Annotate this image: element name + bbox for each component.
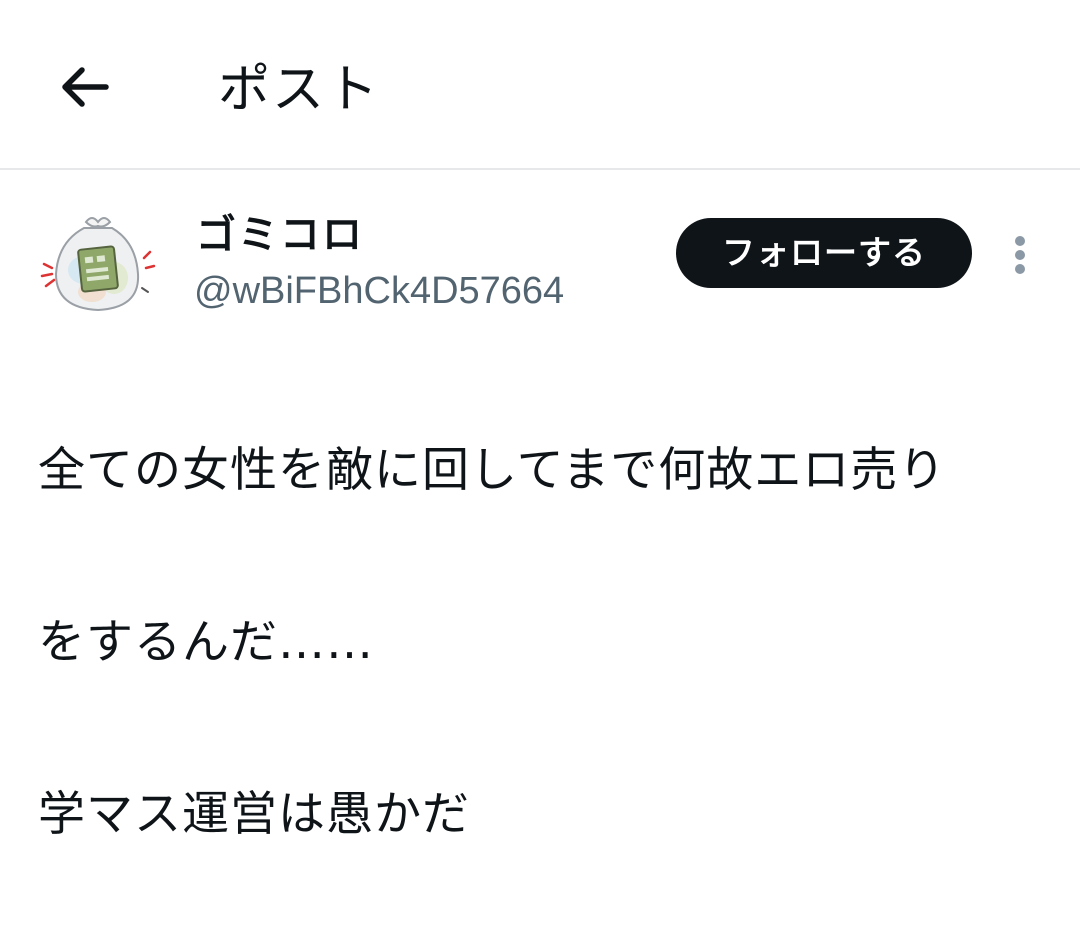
back-button[interactable]	[52, 55, 116, 119]
more-vertical-icon-dot	[1015, 250, 1025, 260]
author-display-name[interactable]: ゴミコロ	[196, 210, 364, 260]
avatar[interactable]	[36, 212, 158, 316]
post-text-line: 全ての女性を敵に回してまで何故エロ売り	[38, 443, 947, 498]
author-handle[interactable]: @wBiFBhCk4D57664	[194, 266, 564, 316]
follow-button[interactable]: フォローする	[676, 218, 972, 288]
arrow-left-icon	[62, 67, 109, 107]
top-bar: ポスト	[0, 0, 1080, 170]
post-text: 全ての女性を敵に回してまで何故エロ売り をするんだ…… 学マス運営は愚かだ	[38, 342, 1048, 944]
trash-bag-avatar-icon	[40, 217, 156, 312]
page-title: ポスト	[218, 60, 381, 120]
more-vertical-icon-dot	[1015, 236, 1025, 246]
more-vertical-icon-dot	[1015, 264, 1025, 274]
more-options-button[interactable]	[1000, 226, 1040, 282]
post-text-line: をするんだ……	[38, 615, 374, 670]
post-text-line: 学マス運営は愚かだ	[38, 787, 470, 842]
